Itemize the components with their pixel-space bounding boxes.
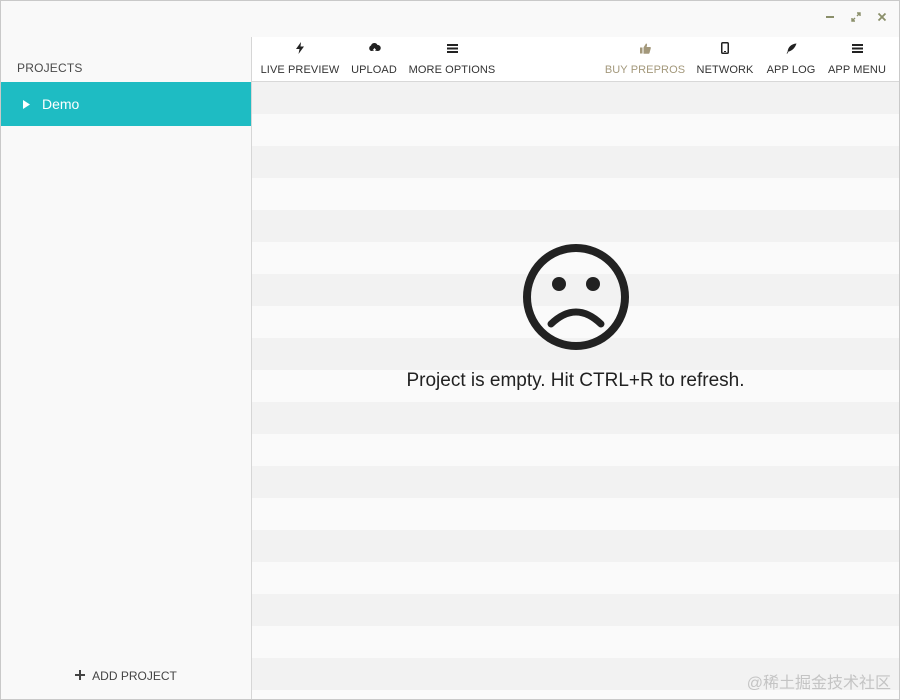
network-button[interactable]: NETWORK <box>697 37 753 82</box>
projects-sidebar: PROJECTS Demo ADD PROJECT <box>1 37 252 699</box>
minimize-icon <box>826 16 834 18</box>
window-controls <box>819 7 893 27</box>
maximize-icon <box>851 12 861 22</box>
app-menu-button[interactable]: APP MENU <box>826 37 888 82</box>
upload-label: UPLOAD <box>351 64 397 76</box>
project-files-area: Project is empty. Hit CTRL+R to refresh. <box>252 82 899 699</box>
add-project-label: ADD PROJECT <box>92 669 177 683</box>
plus-icon <box>75 669 86 683</box>
buy-prepros-button[interactable]: BUY PREPROS <box>605 37 685 82</box>
live-preview-label: LIVE PREVIEW <box>260 64 340 76</box>
menu-icon <box>851 41 863 55</box>
watermark: @稀土掘金技术社区 <box>746 675 891 692</box>
project-item-demo[interactable]: Demo <box>1 82 251 126</box>
menu-icon <box>446 41 458 55</box>
live-preview-button[interactable]: LIVE PREVIEW <box>260 37 340 82</box>
app-menu-label: APP MENU <box>827 64 887 76</box>
more-options-button[interactable]: MORE OPTIONS <box>408 37 496 82</box>
upload-button[interactable]: UPLOAD <box>349 37 399 82</box>
caret-right-icon <box>23 99 30 109</box>
add-project-button[interactable]: ADD PROJECT <box>1 669 251 683</box>
app-window: PROJECTS Demo ADD PROJECT LIVE PREVIEW U… <box>0 0 900 700</box>
feather-icon <box>786 41 797 55</box>
project-label: Demo <box>42 96 80 112</box>
sad-face-icon <box>522 244 629 350</box>
app-log-button[interactable]: APP LOG <box>764 37 818 82</box>
empty-state: Project is empty. Hit CTRL+R to refresh. <box>252 242 899 392</box>
maximize-button[interactable] <box>845 7 867 27</box>
app-log-label: APP LOG <box>766 64 816 76</box>
toolbar: LIVE PREVIEW UPLOAD MORE OPTIONS BUY PRE… <box>252 37 899 82</box>
thumbs-up-icon <box>639 41 651 55</box>
close-button[interactable] <box>871 7 893 27</box>
network-label: NETWORK <box>696 64 754 76</box>
projects-header: PROJECTS <box>17 61 83 75</box>
mobile-icon <box>721 41 729 55</box>
minimize-button[interactable] <box>819 7 841 27</box>
close-icon <box>877 12 887 22</box>
buy-prepros-label: BUY PREPROS <box>604 64 686 76</box>
lightning-icon <box>295 41 305 55</box>
more-options-label: MORE OPTIONS <box>408 64 496 76</box>
empty-message: Project is empty. Hit CTRL+R to refresh. <box>406 370 745 391</box>
cloud-upload-icon <box>368 41 381 55</box>
